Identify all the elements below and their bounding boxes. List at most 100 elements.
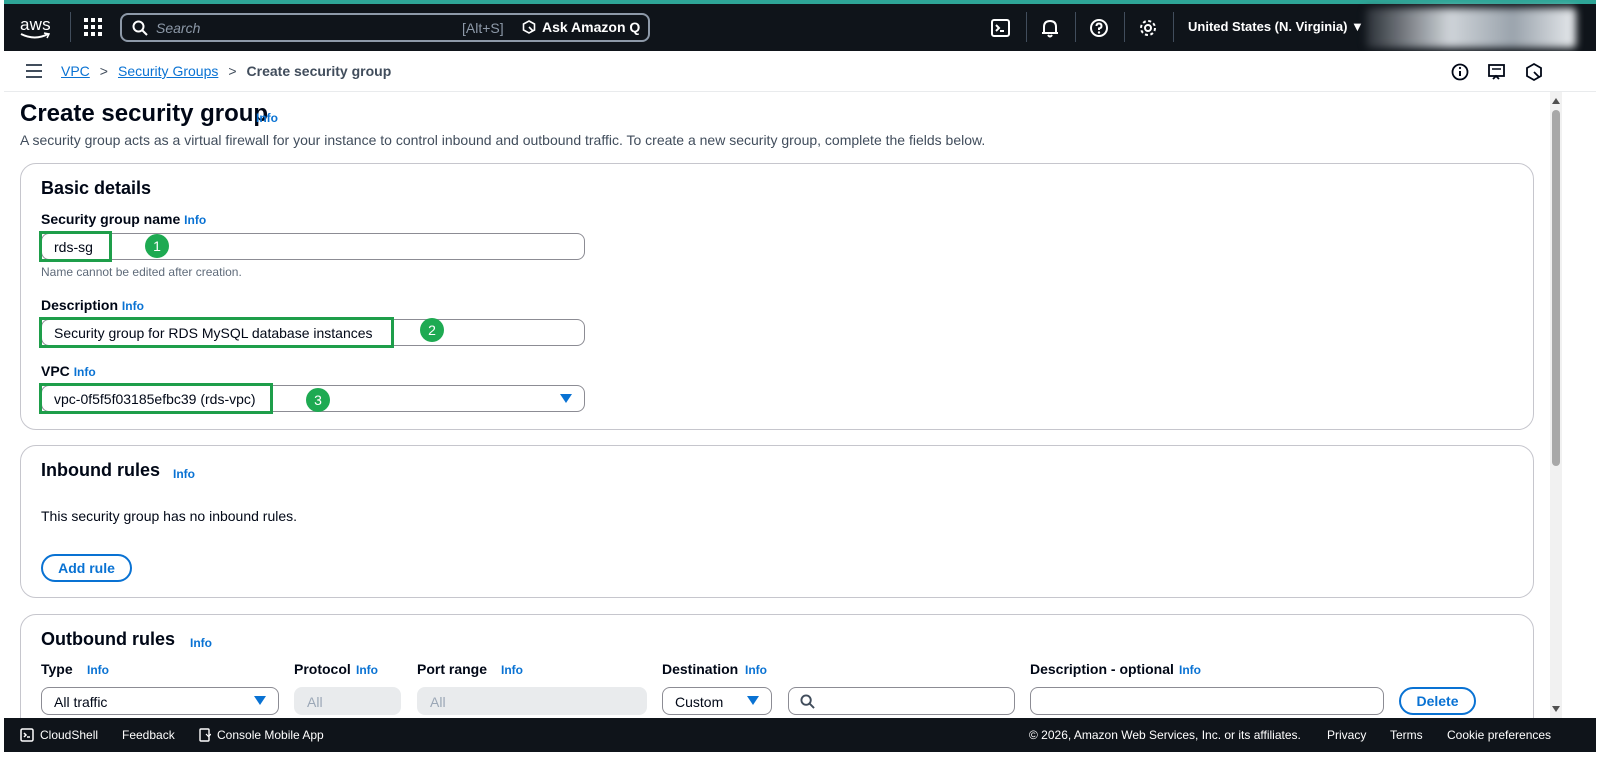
- description-label-text: Description: [41, 297, 119, 313]
- protocol-column-label: Protocol: [294, 661, 351, 677]
- title-info-link[interactable]: Info: [256, 111, 278, 125]
- destination-cidr-search-input[interactable]: [788, 687, 1015, 715]
- apps-grid-icon[interactable]: [82, 16, 106, 40]
- type-select[interactable]: All traffic: [41, 687, 279, 715]
- search-icon: [132, 20, 148, 36]
- search-placeholder: Search: [156, 20, 201, 36]
- basic-details-panel: Basic details Security group name Info r…: [20, 163, 1534, 430]
- vpc-info-link[interactable]: Info: [74, 365, 96, 379]
- protocol-input: All: [294, 687, 401, 715]
- footer-console-mobile-app[interactable]: Console Mobile App: [199, 728, 324, 742]
- name-info-link[interactable]: Info: [184, 213, 206, 227]
- amazon-q-panel-icon[interactable]: [1524, 62, 1544, 82]
- port-range-input: All: [417, 687, 647, 715]
- footer: CloudShell Feedback Console Mobile App ©…: [4, 718, 1596, 752]
- console-mobile-app-label: Console Mobile App: [217, 728, 324, 742]
- security-group-name-label-text: Security group name: [41, 211, 181, 227]
- scroll-up-icon[interactable]: [1552, 98, 1560, 104]
- destination-select[interactable]: Custom: [662, 687, 772, 715]
- page-description: A security group acts as a virtual firew…: [20, 132, 986, 148]
- top-navigation: aws Search [Alt+S] Ask Amazon Q United S…: [4, 4, 1596, 51]
- nav-divider: [70, 12, 71, 42]
- breadcrumb-vpc[interactable]: VPC: [61, 63, 90, 79]
- nav-divider: [1075, 12, 1076, 42]
- breadcrumb-current: Create security group: [246, 63, 392, 79]
- chevron-right-icon: >: [99, 63, 108, 79]
- breadcrumb-bar: VPC > Security Groups > Create security …: [4, 51, 1596, 92]
- tutorial-panel-icon[interactable]: [1487, 62, 1507, 82]
- basic-details-heading: Basic details: [41, 178, 152, 198]
- page-scrollbar[interactable]: [1550, 92, 1562, 718]
- global-search-input[interactable]: Search [Alt+S] Ask Amazon Q: [120, 13, 650, 42]
- nav-divider: [1173, 12, 1174, 42]
- search-shortcut: [Alt+S]: [462, 20, 504, 36]
- vpc-label: VPC Info: [41, 363, 96, 379]
- main-content: Create security group Info A security gr…: [4, 92, 1596, 718]
- description-column-label: Description - optional: [1030, 661, 1174, 677]
- scroll-down-icon[interactable]: [1552, 706, 1560, 712]
- help-icon[interactable]: [1088, 17, 1110, 39]
- footer-cloudshell[interactable]: CloudShell: [20, 728, 98, 742]
- footer-terms-link[interactable]: Terms: [1390, 728, 1423, 742]
- protocol-info-link[interactable]: Info: [356, 663, 378, 677]
- inbound-rules-panel: Inbound rules Info This security group h…: [20, 445, 1534, 598]
- terms-label: Terms: [1390, 728, 1423, 742]
- security-group-name-input[interactable]: rds-sg: [41, 233, 585, 260]
- description-info-link[interactable]: Info: [122, 299, 144, 313]
- destination-column-label: Destination: [662, 661, 739, 677]
- highlight-box-3: [39, 383, 273, 414]
- account-menu-redacted[interactable]: [1366, 8, 1576, 48]
- amazon-q-icon: [522, 20, 536, 34]
- security-group-name-label: Security group name Info: [41, 211, 206, 227]
- footer-cookie-preferences-link[interactable]: Cookie preferences: [1447, 728, 1551, 742]
- breadcrumb: VPC > Security Groups > Create security …: [61, 63, 391, 79]
- port-range-info-link[interactable]: Info: [501, 663, 523, 677]
- region-selector[interactable]: United States (N. Virginia) ▼: [1188, 19, 1364, 34]
- page-title: Create security group: [20, 100, 269, 127]
- copyright-text: © 2026, Amazon Web Services, Inc. or its…: [1029, 728, 1301, 742]
- inbound-rules-heading: Inbound rules: [41, 460, 160, 480]
- breadcrumb-security-groups[interactable]: Security Groups: [118, 63, 218, 79]
- delete-button[interactable]: Delete: [1399, 687, 1476, 715]
- footer-copyright: © 2026, Amazon Web Services, Inc. or its…: [1029, 728, 1301, 742]
- footer-feedback[interactable]: Feedback: [122, 728, 175, 742]
- cloudshell-icon: [20, 728, 34, 742]
- caret-down-icon: [560, 394, 572, 403]
- outbound-description-input[interactable]: [1030, 687, 1384, 715]
- type-info-link[interactable]: Info: [87, 663, 109, 677]
- footer-privacy-link[interactable]: Privacy: [1327, 728, 1366, 742]
- feedback-label: Feedback: [122, 728, 175, 742]
- nav-divider: [1124, 12, 1125, 42]
- cookie-preferences-label: Cookie preferences: [1447, 728, 1552, 742]
- step-badge-2: 2: [420, 318, 444, 342]
- gear-icon[interactable]: [1137, 17, 1159, 39]
- description-label: Description Info: [41, 297, 144, 313]
- cloudshell-icon[interactable]: [990, 17, 1012, 39]
- inbound-empty-text: This security group has no inbound rules…: [41, 508, 298, 524]
- outbound-rules-panel: Outbound rules Info Type Info Protocol I…: [20, 614, 1534, 718]
- description-col-info-link[interactable]: Info: [1179, 663, 1201, 677]
- aws-logo[interactable]: aws: [18, 12, 54, 42]
- nav-divider: [1026, 12, 1027, 42]
- ask-amazon-q-button[interactable]: Ask Amazon Q: [522, 19, 640, 35]
- info-panel-icon[interactable]: [1450, 62, 1470, 82]
- bell-icon[interactable]: [1039, 17, 1061, 39]
- protocol-value: All: [307, 694, 323, 710]
- privacy-label: Privacy: [1327, 728, 1367, 742]
- menu-icon[interactable]: [26, 64, 42, 78]
- add-rule-button[interactable]: Add rule: [41, 554, 132, 582]
- highlight-box-2: [39, 317, 394, 348]
- highlight-box-1: [39, 231, 112, 262]
- inbound-info-link[interactable]: Info: [173, 467, 195, 481]
- type-value: All traffic: [54, 694, 108, 710]
- vpc-label-text: VPC: [41, 363, 70, 379]
- scrollbar-thumb[interactable]: [1552, 110, 1560, 466]
- outbound-info-link[interactable]: Info: [190, 636, 212, 650]
- mobile-icon: [199, 728, 211, 742]
- port-range-column-label: Port range: [417, 661, 488, 677]
- port-range-value: All: [430, 694, 446, 710]
- outbound-rules-heading: Outbound rules: [41, 629, 175, 649]
- name-hint: Name cannot be edited after creation.: [41, 265, 242, 279]
- chevron-right-icon: >: [228, 63, 237, 79]
- destination-info-link[interactable]: Info: [745, 663, 767, 677]
